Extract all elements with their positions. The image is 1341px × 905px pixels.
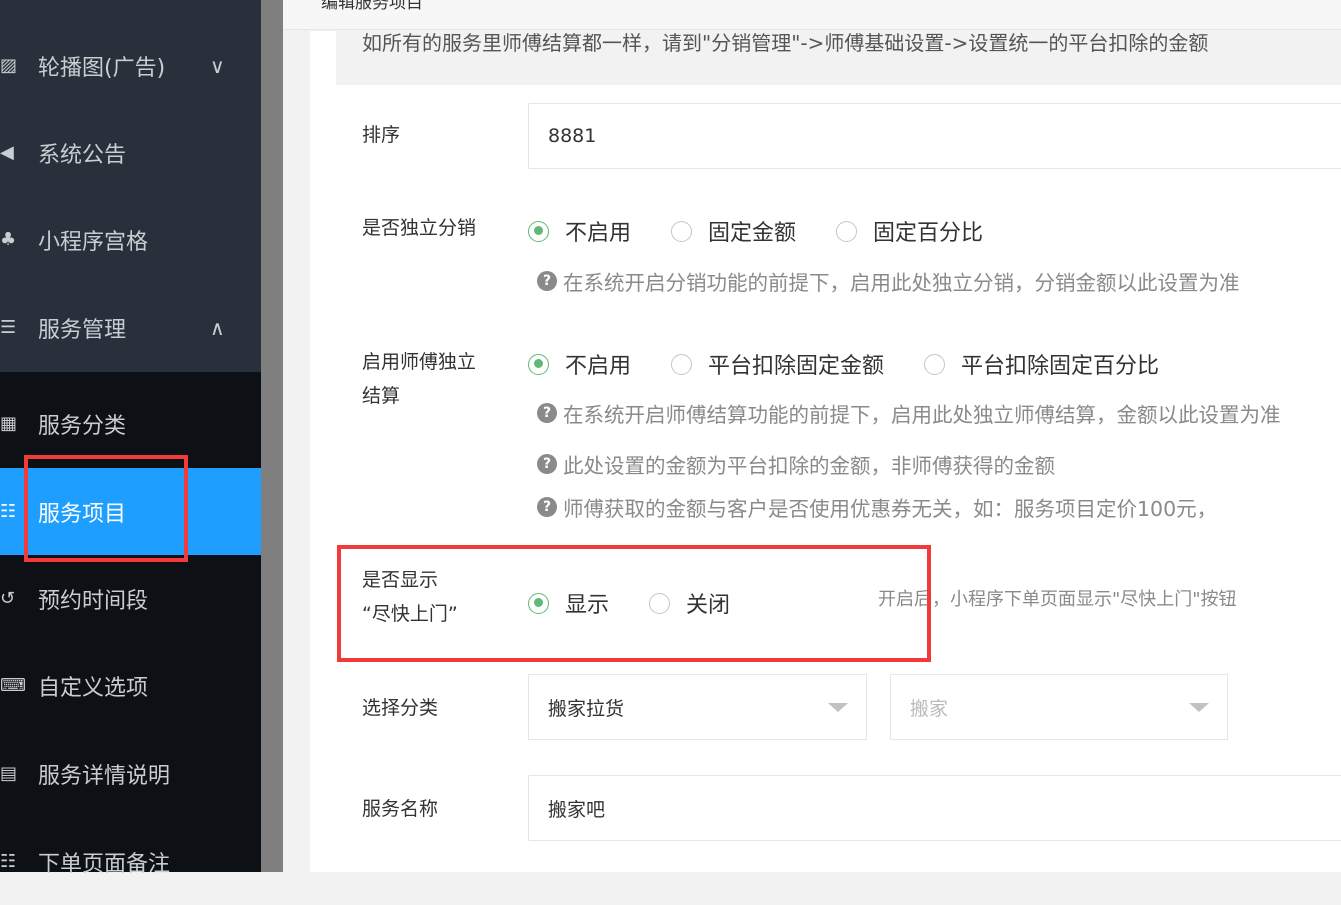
notice-text: 如所有的服务里师傅结算都一样，请到"分销管理"->师傅基础设置->设置统一的平台… [362,31,1209,55]
list-icon: ☷ [0,851,17,872]
subcategory-select[interactable]: 搬家 [890,674,1228,740]
radio-label: 平台扣除固定百分比 [961,354,1160,379]
volume-icon: ◀ [0,142,14,163]
sidebar-item-label: 轮播图(广告) [38,55,166,81]
settlement-label: 启用师傅独立 结算 [362,351,477,407]
sidebar-item-label: 小程序宫格 [38,229,149,255]
radio-label: 固定百分比 [873,221,984,246]
file-icon: ▤ [0,763,18,784]
distribution-radios: 不启用 固定金额 固定百分比 [528,215,1023,247]
sidebar-item-label: 服务分类 [38,413,127,439]
sidebar-item[interactable]: ◀ 系统公告 [0,109,261,196]
radio-icon [836,220,858,242]
server-icon: ☰ [0,317,17,338]
chevron-icon: ∧ [210,315,225,340]
sidebar-item-label: 系统公告 [38,142,127,168]
question-icon: ? [537,454,557,474]
tip-text: 在系统开启分销功能的前提下，启用此处独立分销，分销金额以此设置为准 [563,271,1240,295]
radio-distribution-fixed[interactable]: 固定金额 [671,215,796,247]
grid-icon: ▦ [0,413,18,434]
sort-label: 排序 [362,124,401,146]
sidebar-item-label: 自定义选项 [38,675,149,701]
highlight-box [337,545,931,662]
sidebar-item-label: 服务管理 [38,317,127,343]
radio-distribution-off[interactable]: 不启用 [528,215,631,247]
question-icon: ? [537,403,557,423]
highlight-box [24,455,188,562]
question-icon: ? [537,497,557,517]
sidebar-item[interactable]: ☷ 下单页面备注 [0,818,261,905]
caret-down-icon [1189,703,1209,712]
name-label: 服务名称 [362,798,439,820]
asap-hint: 开启后，小程序下单页面显示"尽快上门"按钮 [878,589,1237,610]
sidebar-item[interactable]: ▤ 服务详情说明 [0,730,261,817]
name-input[interactable]: 搬家吧 [528,775,1341,841]
sidebar-item[interactable]: ↺ 预约时间段 [0,555,261,642]
caret-down-icon [828,703,848,712]
radio-label: 不启用 [565,221,632,246]
radio-settlement-off[interactable]: 不启用 [528,348,631,380]
settlement-tip: ? 此处设置的金额为平台扣除的金额，非师傅获得的金额 [537,449,1055,479]
keyboard-icon: ⌨ [0,675,26,696]
select-placeholder: 搬家 [910,697,949,720]
category-label: 选择分类 [362,697,439,719]
radio-checked-icon [528,220,549,242]
sort-value: 8881 [548,125,597,147]
tip-text: 此处设置的金额为平台扣除的金额，非师傅获得的金额 [563,454,1055,478]
settlement-radios: 不启用 平台扣除固定金额 平台扣除固定百分比 [528,348,1199,380]
select-value: 搬家拉货 [548,697,625,720]
category-select[interactable]: 搬家拉货 [528,674,867,740]
sidebar-item[interactable]: ♣ 小程序宫格 [0,196,261,283]
sidebar-scroll-gutter [261,0,283,872]
distribution-tip: ? 在系统开启分销功能的前提下，启用此处独立分销，分销金额以此设置为准 [537,266,1240,296]
sidebar-item-label: 服务详情说明 [38,763,171,789]
radio-icon [671,353,693,375]
radio-icon [671,220,693,242]
settlement-tip: ? 在系统开启师傅结算功能的前提下，启用此处独立师傅结算，金额以此设置为准 [537,398,1281,428]
top-bar: 编辑服务项目 [283,0,1341,30]
tip-text: 师傅获取的金额与客户是否使用优惠券无关，如：服务项目定价100元， [563,497,1218,521]
sidebar-item[interactable]: ▨ 轮播图(广告) ∨ [0,22,261,109]
settlement-tip: ? 师傅获取的金额与客户是否使用优惠券无关，如：服务项目定价100元， [537,492,1217,522]
radio-distribution-percent[interactable]: 固定百分比 [836,215,983,247]
radio-checked-icon [528,353,549,375]
radio-label: 固定金额 [708,221,797,246]
chevron-icon: ∨ [210,53,225,78]
history-icon: ↺ [0,588,16,609]
image-icon: ▨ [0,55,18,76]
sidebar-item[interactable]: ⌨ 自定义选项 [0,642,261,729]
radio-label: 平台扣除固定金额 [708,354,885,379]
sidebar-item-label: 预约时间段 [38,588,149,614]
sort-input[interactable]: 8881 [528,103,1341,169]
sidebar-item[interactable]: ☰ 服务管理 ∧ [0,284,261,371]
tip-text: 在系统开启师傅结算功能的前提下，启用此处独立师傅结算，金额以此设置为准 [563,403,1281,427]
radio-settlement-percent[interactable]: 平台扣除固定百分比 [924,348,1159,380]
page-title: 编辑服务项目 [321,0,423,13]
question-icon: ? [537,271,557,291]
name-value: 搬家吧 [548,798,606,821]
distribution-label: 是否独立分销 [362,217,477,239]
notice-banner: 如所有的服务里师傅结算都一样，请到"分销管理"->师傅基础设置->设置统一的平台… [336,31,1341,85]
radio-settlement-fixed[interactable]: 平台扣除固定金额 [671,348,884,380]
radio-label: 不启用 [565,354,632,379]
radio-icon [924,353,946,375]
sidebar-item[interactable]: ▦ 服务分类 [0,380,261,467]
sidebar-item-label: 下单页面备注 [38,851,171,877]
sitemap-icon: ♣ [0,229,17,250]
